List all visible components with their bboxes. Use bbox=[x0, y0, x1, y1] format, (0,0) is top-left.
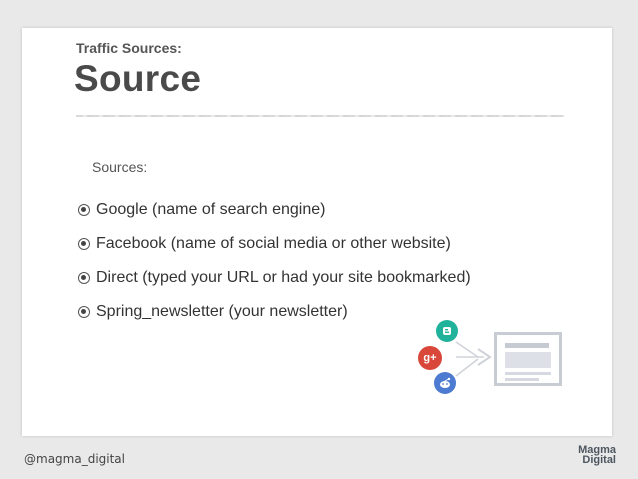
monitor-line bbox=[505, 372, 551, 375]
twitter-handle: @magma_digital bbox=[24, 452, 125, 466]
google-plus-icon: g+ bbox=[418, 346, 442, 370]
logo-line-2: Digital bbox=[582, 454, 616, 466]
arrow-icon bbox=[455, 341, 492, 377]
bullet-icon bbox=[78, 204, 90, 216]
list-item: Facebook (name of social media or other … bbox=[78, 227, 471, 261]
list-item-text: Facebook (name of social media or other … bbox=[96, 235, 451, 252]
slide-title: Source bbox=[74, 58, 202, 99]
bullet-icon bbox=[78, 306, 90, 318]
google-plus-label: g+ bbox=[423, 352, 437, 364]
monitor-icon bbox=[494, 332, 562, 386]
title-divider bbox=[76, 115, 564, 117]
reddit-icon bbox=[434, 372, 456, 394]
sources-list: Google (name of search engine) Facebook … bbox=[78, 193, 471, 329]
monitor-bar bbox=[505, 343, 549, 348]
sources-subheading: Sources: bbox=[92, 159, 148, 175]
bullet-icon bbox=[78, 238, 90, 250]
traffic-illustration: g+ bbox=[412, 320, 572, 400]
monitor-line bbox=[505, 378, 539, 381]
list-item-text: Direct (typed your URL or had your site … bbox=[96, 269, 471, 286]
list-item-text: Spring_newsletter (your newsletter) bbox=[96, 303, 348, 320]
bullet-icon bbox=[78, 272, 90, 284]
list-item-text: Google (name of search engine) bbox=[96, 201, 326, 218]
company-logo: Magma Digital bbox=[566, 445, 616, 466]
list-item: Google (name of search engine) bbox=[78, 193, 471, 227]
slide-kicker: Traffic Sources: bbox=[76, 40, 182, 56]
list-item: Direct (typed your URL or had your site … bbox=[78, 261, 471, 295]
monitor-block bbox=[505, 352, 551, 368]
